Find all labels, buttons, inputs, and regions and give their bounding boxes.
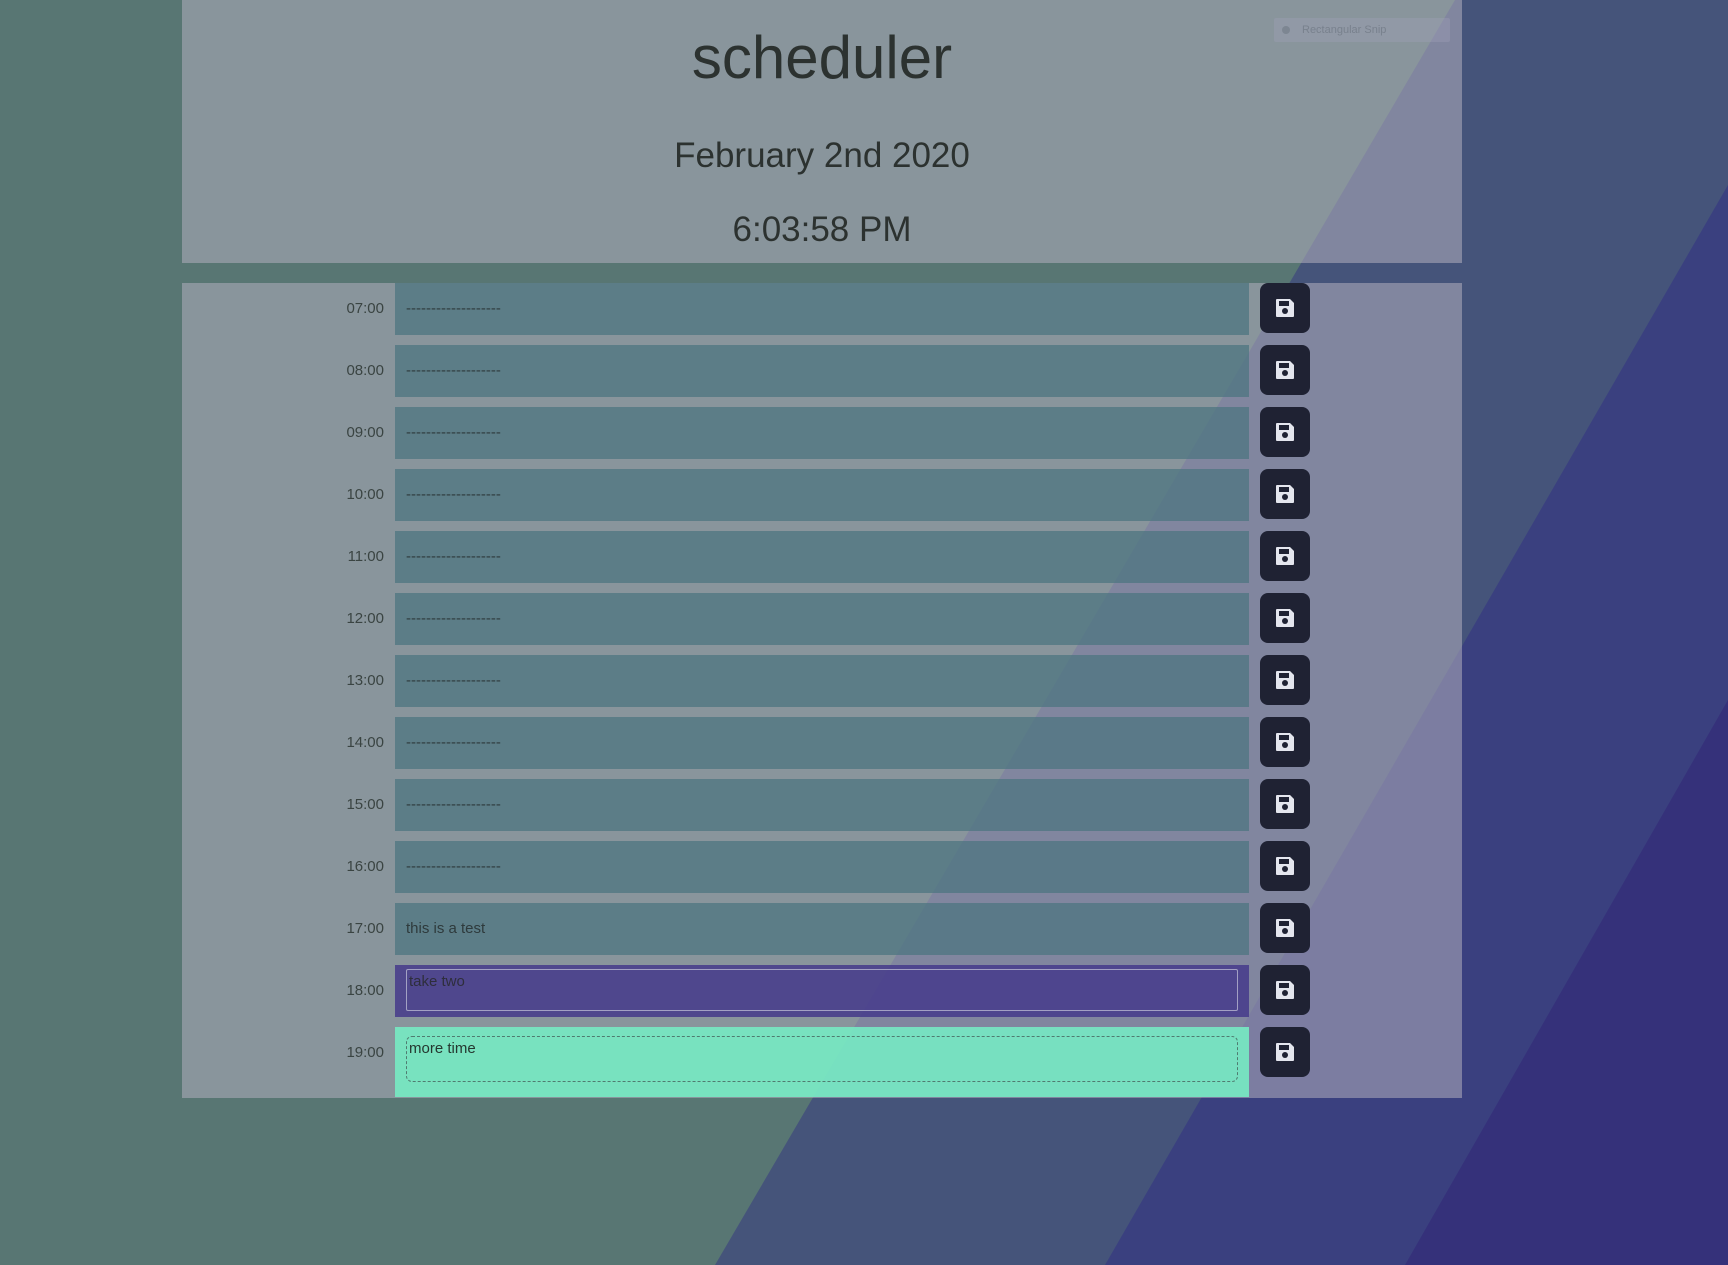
hour-label: 11:00 <box>347 548 384 565</box>
floppy-disk-icon <box>1276 1043 1294 1061</box>
event-input[interactable]: ------------------- <box>395 345 1249 397</box>
hour-label: 16:00 <box>346 858 384 875</box>
floppy-disk-icon <box>1276 361 1294 379</box>
floppy-disk-icon <box>1276 547 1294 565</box>
event-input[interactable]: ------------------- <box>395 841 1249 893</box>
hour-label: 13:00 <box>346 672 384 689</box>
hour-label: 07:00 <box>346 300 384 317</box>
time-block-row: 12:00 ------------------- <box>182 593 1462 645</box>
time-block-row: 17:00 this is a test <box>182 903 1462 955</box>
hour-label: 18:00 <box>346 982 384 999</box>
save-button[interactable] <box>1260 655 1310 705</box>
event-text: ------------------- <box>406 300 501 317</box>
event-text: ------------------- <box>406 424 501 441</box>
event-text: ------------------- <box>406 672 501 689</box>
event-text: ------------------- <box>406 486 501 503</box>
floppy-disk-icon <box>1276 919 1294 937</box>
save-button[interactable] <box>1260 593 1310 643</box>
time-block-row: 08:00 ------------------- <box>182 345 1462 397</box>
hour-label: 12:00 <box>346 610 384 627</box>
time-block-row: 15:00 ------------------- <box>182 779 1462 831</box>
floppy-disk-icon <box>1276 609 1294 627</box>
event-text: ------------------- <box>406 610 501 627</box>
save-button[interactable] <box>1260 469 1310 519</box>
header: scheduler February 2nd 2020 6:03:58 PM R… <box>182 0 1462 263</box>
event-input[interactable]: ------------------- <box>395 655 1249 707</box>
event-text: ------------------- <box>406 362 501 379</box>
time-block-row: 18:00 take two <box>182 965 1462 1017</box>
save-button[interactable] <box>1260 1027 1310 1077</box>
event-input[interactable]: take two <box>395 965 1249 1017</box>
hour-label: 17:00 <box>346 920 384 937</box>
event-text: this is a test <box>406 920 486 937</box>
hour-label: 10:00 <box>346 486 384 503</box>
floppy-disk-icon <box>1276 857 1294 875</box>
save-button[interactable] <box>1260 779 1310 829</box>
time-block-row: 16:00 ------------------- <box>182 841 1462 893</box>
hour-label: 15:00 <box>346 796 384 813</box>
event-input[interactable]: ------------------- <box>395 779 1249 831</box>
event-input[interactable]: ------------------- <box>395 407 1249 459</box>
save-button[interactable] <box>1260 407 1310 457</box>
time-block-row: 10:00 ------------------- <box>182 469 1462 521</box>
event-text: ------------------- <box>406 796 501 813</box>
hour-label: 19:00 <box>346 1044 384 1061</box>
save-button[interactable] <box>1260 717 1310 767</box>
event-input[interactable]: ------------------- <box>395 469 1249 521</box>
floppy-disk-icon <box>1276 671 1294 689</box>
floppy-disk-icon <box>1276 485 1294 503</box>
time-block-row: 13:00 ------------------- <box>182 655 1462 707</box>
snip-icon <box>1282 26 1290 35</box>
save-button[interactable] <box>1260 283 1310 333</box>
event-input[interactable]: ------------------- <box>395 717 1249 769</box>
event-text: ------------------- <box>406 734 501 751</box>
time-block-list: 07:00 ------------------- 08:00 --------… <box>182 283 1462 1098</box>
floppy-disk-icon <box>1276 733 1294 751</box>
floppy-disk-icon <box>1276 981 1294 999</box>
floppy-disk-icon <box>1276 423 1294 441</box>
page-title: scheduler <box>691 24 953 91</box>
floppy-disk-icon <box>1276 299 1294 317</box>
event-textarea[interactable]: take two <box>406 969 1238 1011</box>
time-block-row: 09:00 ------------------- <box>182 407 1462 459</box>
hour-label: 09:00 <box>346 424 384 441</box>
time-block-row: 14:00 ------------------- <box>182 717 1462 769</box>
save-button[interactable] <box>1260 903 1310 953</box>
event-text: ------------------- <box>406 548 501 565</box>
event-input[interactable]: ------------------- <box>395 593 1249 645</box>
event-input[interactable]: more time <box>395 1027 1249 1097</box>
save-button[interactable] <box>1260 841 1310 891</box>
event-input[interactable]: this is a test <box>395 903 1249 955</box>
save-button[interactable] <box>1260 345 1310 395</box>
current-date: February 2nd 2020 <box>674 136 970 175</box>
time-block-row: 07:00 ------------------- <box>182 283 1462 335</box>
current-time: 6:03:58 PM <box>732 210 912 249</box>
event-textarea[interactable]: more time <box>406 1036 1238 1082</box>
time-block-row: 11:00 ------------------- <box>182 531 1462 583</box>
time-block-row: 19:00 more time <box>182 1027 1462 1097</box>
event-input[interactable]: ------------------- <box>395 283 1249 335</box>
save-button[interactable] <box>1260 965 1310 1015</box>
hour-label: 14:00 <box>346 734 384 751</box>
hour-label: 08:00 <box>346 362 384 379</box>
event-text: ------------------- <box>406 858 501 875</box>
event-input[interactable]: ------------------- <box>395 531 1249 583</box>
snip-tooltip: Rectangular Snip <box>1274 18 1450 42</box>
floppy-disk-icon <box>1276 795 1294 813</box>
snip-label: Rectangular Snip <box>1302 24 1387 36</box>
save-button[interactable] <box>1260 531 1310 581</box>
